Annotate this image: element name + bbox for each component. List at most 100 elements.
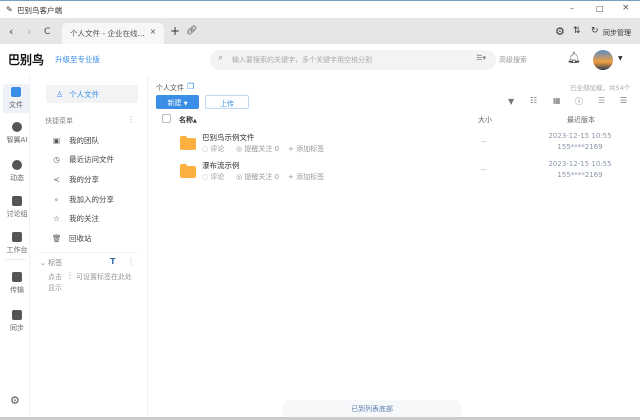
version-column-header[interactable]: 最近版本 bbox=[567, 115, 595, 125]
settings-gear-icon[interactable]: ⚙ bbox=[10, 394, 20, 407]
search-input[interactable]: ⌕ 输入要搜索的关键字，多个关键字用空格分割 ☰▾ bbox=[210, 50, 496, 70]
folder-icon bbox=[180, 136, 196, 150]
grid-icon bbox=[12, 232, 22, 242]
forward-button[interactable]: › bbox=[27, 25, 31, 38]
tags-more-dots: ⋮ bbox=[66, 271, 74, 280]
rail-label: 同步 bbox=[10, 324, 24, 332]
new-tab-button[interactable]: + bbox=[170, 24, 180, 38]
rail-item-files[interactable]: 文件 bbox=[3, 84, 29, 113]
dropdown-icon: ▼ bbox=[183, 101, 188, 107]
upload-button[interactable]: 上传 bbox=[205, 95, 249, 109]
reload-button[interactable]: C bbox=[44, 27, 50, 37]
title-bar: ✎ 巴别鸟客户端 – □ × bbox=[0, 0, 640, 20]
size-column-header[interactable]: 大小 bbox=[478, 115, 492, 125]
rail-label: 文件 bbox=[9, 101, 23, 109]
filter-icon[interactable]: ▼ bbox=[508, 97, 514, 106]
remind-label: 提醒关注 0 bbox=[244, 145, 280, 153]
tab-close-button[interactable]: × bbox=[150, 27, 156, 36]
grid-view-icon[interactable]: ▦ bbox=[553, 96, 561, 105]
sidebar-item-following[interactable]: ☆ 我的关注 bbox=[52, 213, 99, 224]
tags-more-icon[interactable]: ⋮ bbox=[127, 257, 135, 266]
rail-item-sync[interactable]: 同步 bbox=[2, 310, 32, 333]
list-end-footer: 已到列表底部 bbox=[282, 400, 462, 418]
tags-toggle[interactable]: ⌄ 标签 bbox=[40, 258, 62, 268]
rail-label: 讨论组 bbox=[6, 210, 28, 218]
sidebar-item-joined-shares[interactable]: ∘ 我加入的分享 bbox=[52, 194, 114, 205]
version-date: 2023-12-15 10:55 bbox=[548, 132, 612, 140]
file-size: -- bbox=[481, 138, 487, 146]
rail-item-workbench[interactable]: 工作台 bbox=[2, 232, 32, 255]
breadcrumb[interactable]: 个人文件 bbox=[156, 83, 184, 93]
sidebar-item-my-shares[interactable]: ≺ 我的分享 bbox=[52, 174, 99, 185]
minimize-button[interactable]: – bbox=[570, 4, 574, 13]
add-tag-button[interactable]: + 添加标签 bbox=[288, 144, 324, 154]
columns-icon[interactable]: ☰ bbox=[620, 96, 627, 105]
file-name[interactable]: 瀑布流示例 bbox=[202, 160, 240, 171]
rail-item-transfer[interactable]: 传输 bbox=[2, 272, 32, 295]
sidebar-item-recent[interactable]: ◷ 最近访问文件 bbox=[52, 154, 114, 165]
search-placeholder: 输入要搜索的关键字，多个关键字用空格分割 bbox=[232, 56, 372, 64]
folder-icon bbox=[180, 164, 196, 178]
copy-path-icon[interactable]: ❐ bbox=[187, 82, 194, 91]
comment-label: 评论 bbox=[210, 173, 225, 181]
bell-icon[interactable]: 🔔︎ bbox=[567, 51, 581, 64]
share-icon: ≺ bbox=[53, 175, 60, 184]
col-label: 名称 bbox=[179, 116, 193, 124]
rail-item-discussion[interactable]: 讨论组 bbox=[2, 196, 32, 219]
sort-asc-icon: ▲ bbox=[193, 118, 197, 124]
rail-label: 智翼AI bbox=[6, 136, 28, 144]
new-label: 新建 bbox=[167, 99, 182, 107]
sidebar-item-my-team[interactable]: ▣ 我的团队 bbox=[52, 135, 99, 146]
app-logo-icon: ✎ bbox=[6, 5, 13, 14]
version-user: 155****2169 bbox=[557, 143, 603, 151]
search-filter-icon[interactable]: ☰▾ bbox=[476, 54, 486, 62]
avatar-dropdown-icon[interactable]: ▼ bbox=[618, 55, 623, 62]
comment-button[interactable]: ◌ 评论 bbox=[202, 144, 224, 154]
sidebar-item-personal-files[interactable]: ♙ 个人文件 bbox=[46, 85, 138, 103]
select-all-checkbox[interactable] bbox=[162, 114, 171, 123]
advanced-search-link[interactable]: 高级搜索 bbox=[499, 55, 527, 65]
back-button[interactable]: ‹ bbox=[9, 25, 13, 38]
user-icon: ♙ bbox=[56, 90, 64, 99]
comment-button[interactable]: ◌ 评论 bbox=[202, 172, 224, 182]
sidebar-label: 我的团队 bbox=[69, 136, 99, 145]
sync-manage-button[interactable]: 同步管理 bbox=[603, 28, 631, 38]
rail-item-ai[interactable]: 智翼AI bbox=[2, 122, 32, 145]
rail-item-activity[interactable]: 动态 bbox=[2, 160, 32, 183]
transfer-icon[interactable]: ⇅ bbox=[573, 26, 581, 36]
quick-menu-title: 快捷菜单 bbox=[45, 117, 73, 125]
avatar[interactable] bbox=[593, 50, 613, 70]
sidebar-item-recycle-bin[interactable]: 🗑︎ 回收站 bbox=[52, 233, 92, 244]
list-view-icon[interactable]: ☷ bbox=[530, 96, 537, 105]
search-icon: ⌕ bbox=[218, 53, 224, 63]
table-row[interactable]: 瀑布流示例 ◌ 评论 ◎ 提醒关注 0 + 添加标签 -- 2023-12-15… bbox=[150, 156, 640, 186]
new-button[interactable]: 新建 ▼ bbox=[156, 95, 199, 109]
remind-button[interactable]: ◎ 提醒关注 0 bbox=[236, 144, 279, 154]
table-row[interactable]: 巴别鸟示例文件 ◌ 评论 ◎ 提醒关注 0 + 添加标签 -- 2023-12-… bbox=[150, 128, 640, 158]
sidebar-label: 我的分享 bbox=[69, 175, 99, 184]
add-tag-button[interactable]: + 添加标签 bbox=[288, 172, 324, 182]
info-icon[interactable]: ⓘ bbox=[575, 96, 583, 107]
link-icon[interactable]: 🔗︎ bbox=[186, 26, 197, 36]
sidebar-label: 个人文件 bbox=[69, 90, 100, 99]
close-window-button[interactable]: × bbox=[622, 3, 630, 13]
sidebar-label: 我加入的分享 bbox=[69, 195, 114, 204]
version-date: 2023-12-15 10:55 bbox=[548, 160, 612, 168]
tag-filter-icon[interactable]: T bbox=[110, 257, 115, 266]
quick-menu-more-icon[interactable]: ⋮ bbox=[127, 115, 135, 124]
chat-icon bbox=[12, 196, 22, 206]
sidebar-label: 回收站 bbox=[69, 234, 92, 243]
loaded-status: 已全部加载，共54个 bbox=[570, 84, 631, 92]
tags-hint: 可设置标签在此处 bbox=[76, 273, 132, 281]
file-name[interactable]: 巴别鸟示例文件 bbox=[202, 132, 255, 143]
name-column-header[interactable]: 名称▲ bbox=[179, 115, 197, 125]
maximize-button[interactable]: □ bbox=[596, 4, 604, 13]
tab-personal-files[interactable]: 个人文件 - 企业在线... × bbox=[62, 23, 164, 44]
sort-icon[interactable]: ☰ bbox=[598, 96, 605, 105]
rail-label: 传输 bbox=[10, 286, 24, 294]
ai-icon bbox=[12, 122, 22, 132]
remind-button[interactable]: ◎ 提醒关注 0 bbox=[236, 172, 279, 182]
settings-gear-icon[interactable]: ⚙ bbox=[555, 25, 565, 38]
file-size: -- bbox=[481, 166, 487, 174]
upgrade-link[interactable]: 升级至专业版 bbox=[55, 54, 100, 65]
